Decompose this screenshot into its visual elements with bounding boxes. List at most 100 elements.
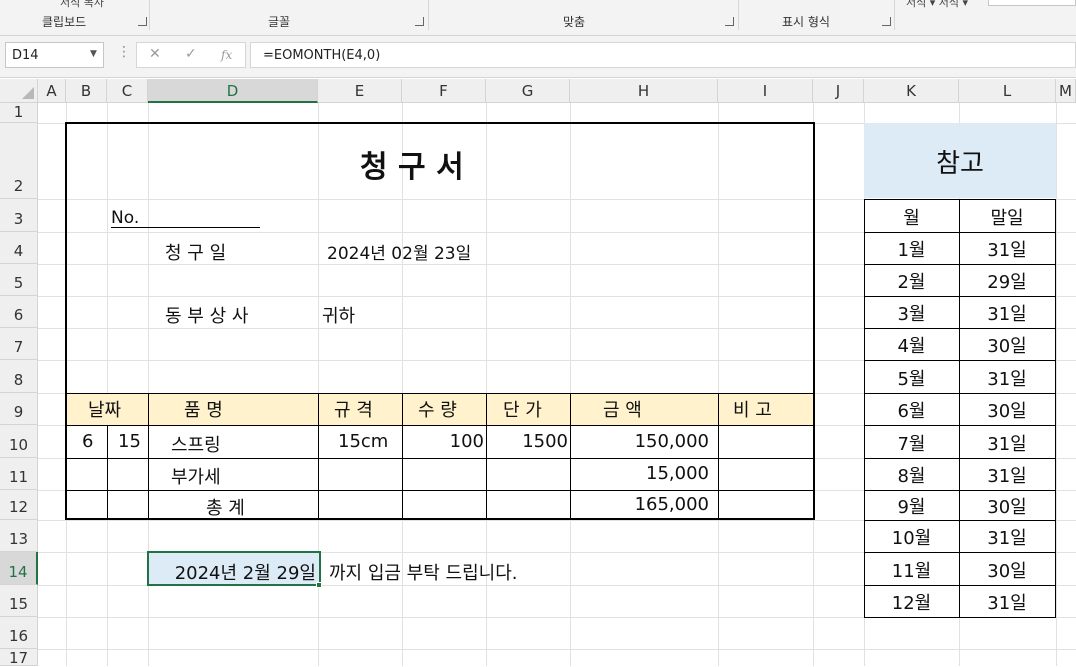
line-day[interactable]: 15 [118,431,141,452]
more-options-icon[interactable]: ⋮ [117,44,131,60]
invoice-title: 청 구 서 [360,150,464,185]
column-header-b[interactable]: B [66,79,107,103]
line-spec[interactable]: 15cm [338,431,388,452]
row-header-13[interactable]: 13 [0,520,38,552]
alignment-launcher-icon[interactable] [725,17,734,26]
reference-month[interactable]: 12월 [864,589,959,615]
name-box-value: D14 [12,48,39,63]
row-header-12[interactable]: 12 [0,490,38,520]
total-amount[interactable]: 165,000 [570,494,709,515]
row-header-9[interactable]: 9 [0,393,38,425]
reference-month[interactable]: 11월 [864,557,959,583]
row-header-7[interactable]: 7 [0,328,38,360]
header-item: 품 명 [184,400,223,421]
formula-bar: D14 ▼ ⋮ ✕ ✓ fx =EOMONTH(E4,0) [0,36,1076,78]
reference-header-last-day[interactable]: 말일 [959,204,1055,230]
cancel-icon[interactable]: ✕ [149,46,161,62]
column-header-i[interactable]: I [718,79,813,103]
invoice-no-label: No. [111,208,140,228]
header-qty: 수 량 [418,400,457,421]
clipboard-launcher-icon[interactable] [138,17,147,26]
row-header-17[interactable]: 17 [0,649,38,667]
reference-last-day[interactable]: 31일 [959,524,1055,550]
invoice-date-label: 청 구 일 [165,243,227,264]
reference-month[interactable]: 10월 [864,524,959,550]
reference-last-day[interactable]: 31일 [959,236,1055,262]
alignment-group-label: 맞춤 [563,15,586,29]
reference-last-day[interactable]: 30일 [959,397,1055,423]
enter-icon[interactable]: ✓ [185,46,197,62]
reference-last-day[interactable]: 30일 [959,493,1055,519]
row-header-2[interactable]: 2 [0,123,38,199]
reference-last-day[interactable]: 31일 [959,300,1055,326]
style-dropdowns-label[interactable]: 서식 ▾ 서식 ▾ [906,0,968,10]
reference-last-day[interactable]: 30일 [959,332,1055,358]
column-header-k[interactable]: K [864,79,959,103]
reference-month[interactable]: 7월 [864,430,959,456]
column-header-f[interactable]: F [402,79,486,103]
row-header-15[interactable]: 15 [0,585,38,617]
row-header-1[interactable]: 1 [0,103,38,123]
row-header-16[interactable]: 16 [0,617,38,649]
reference-month[interactable]: 3월 [864,300,959,326]
reference-title: 참고 [936,149,984,179]
row-header-11[interactable]: 11 [0,458,38,490]
group-divider [149,0,150,30]
clipboard-group-label: 클립보드 [42,15,87,29]
column-header-m[interactable]: M [1056,79,1076,103]
vat-amount[interactable]: 15,000 [570,463,709,484]
font-launcher-icon[interactable] [415,17,424,26]
row-header-3[interactable]: 3 [0,199,38,232]
due-date-value[interactable]: 2024년 2월 29일 [149,559,316,585]
row-header-8[interactable]: 8 [0,360,38,393]
invoice-date-value[interactable]: 2024년 02월 23일 [327,239,471,264]
reference-month[interactable]: 6월 [864,397,959,423]
column-header-h[interactable]: H [570,79,718,103]
line-price[interactable]: 1500 [486,431,568,452]
styles-gallery[interactable] [988,0,1076,6]
reference-last-day[interactable]: 29일 [959,268,1055,294]
line-amount[interactable]: 150,000 [570,431,709,452]
reference-last-day[interactable]: 31일 [959,589,1055,615]
reference-header-month[interactable]: 월 [864,204,959,230]
row-header-6[interactable]: 6 [0,296,38,328]
column-header-e[interactable]: E [318,79,402,103]
column-header-d[interactable]: D [148,79,318,103]
reference-last-day[interactable]: 31일 [959,430,1055,456]
column-header-l[interactable]: L [959,79,1056,103]
reference-month[interactable]: 9월 [864,493,959,519]
row-header-14[interactable]: 14 [0,552,38,585]
header-note: 비 고 [733,400,772,421]
row-header-4[interactable]: 4 [0,232,38,264]
name-box-dropdown-icon[interactable]: ▼ [90,49,97,59]
reference-last-day[interactable]: 31일 [959,462,1055,488]
formula-input[interactable]: =EOMONTH(E4,0) [250,42,1076,68]
reference-last-day[interactable]: 30일 [959,557,1055,583]
header-spec: 규 격 [334,400,373,421]
reference-month[interactable]: 5월 [864,365,959,391]
number-format-launcher-icon[interactable] [882,17,891,26]
reference-month[interactable]: 4월 [864,332,959,358]
company-name[interactable]: 동 부 상 사 [165,302,248,328]
column-header-c[interactable]: C [107,79,148,103]
due-message: 까지 입금 부탁 드립니다. [329,563,518,584]
line-item-name[interactable]: 스프링 [171,431,221,457]
line-month[interactable]: 6 [82,431,93,452]
column-header-j[interactable]: J [813,79,864,103]
fill-handle[interactable] [316,582,322,588]
reference-month[interactable]: 1월 [864,236,959,262]
row-header-10[interactable]: 10 [0,425,38,458]
select-all-button[interactable] [0,79,38,103]
header-date: 날짜 [88,400,122,421]
line-qty[interactable]: 100 [402,431,484,452]
column-header-a[interactable]: A [38,79,66,103]
total-label: 총 계 [206,498,245,519]
function-icon[interactable]: fx [221,48,232,62]
row-header-5[interactable]: 5 [0,264,38,296]
reference-last-day[interactable]: 31일 [959,365,1055,391]
font-group-label: 글꼴 [268,15,291,29]
column-header-g[interactable]: G [486,79,570,103]
format-painter-label[interactable]: 서식 복사 [60,0,104,10]
reference-month[interactable]: 8월 [864,462,959,488]
reference-month[interactable]: 2월 [864,268,959,294]
